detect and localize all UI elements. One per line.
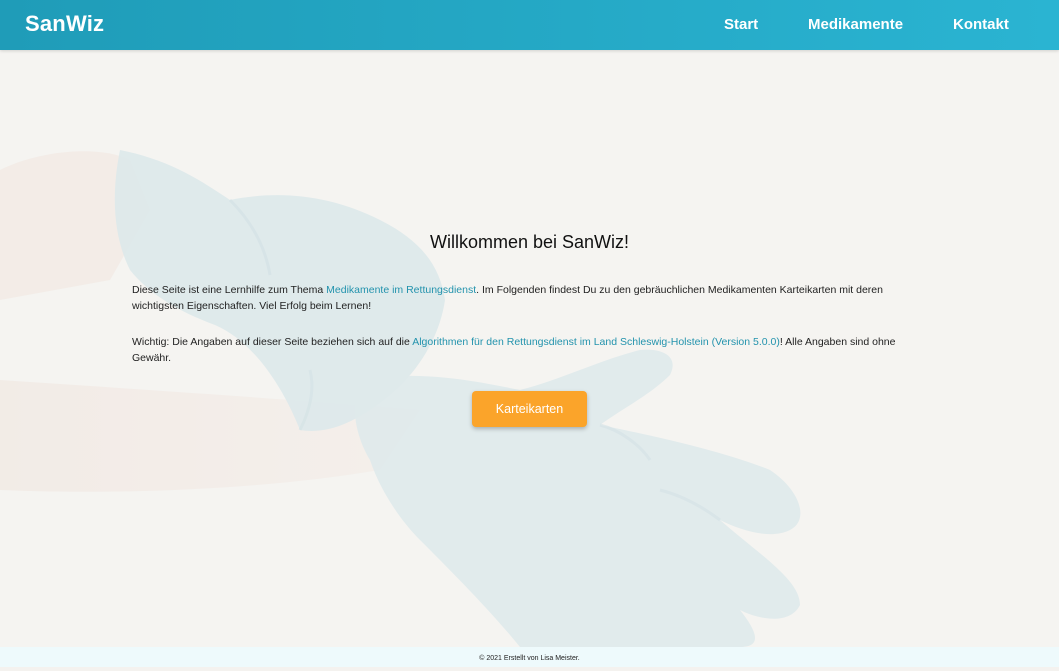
medikamente-link[interactable]: Medikamente im Rettungsdienst [326,284,476,296]
nav-medikamente[interactable]: Medikamente [808,16,903,33]
intro-paragraph: Diese Seite ist eine Lernhilfe zum Thema… [132,283,927,314]
nav-kontakt[interactable]: Kontakt [953,16,1009,33]
footer: © 2021 Erstellt von Lisa Meister. [0,647,1059,667]
nav-start[interactable]: Start [724,16,758,33]
page-title: Willkommen bei SanWiz! [429,232,630,252]
brand-logo[interactable]: SanWiz [25,11,104,37]
hero-section: Willkommen bei SanWiz! Diese Seite ist e… [0,50,1059,647]
top-navbar: SanWiz Start Medikamente Kontakt [0,0,1059,50]
footer-text: © 2021 Erstellt von Lisa Meister. [479,655,580,662]
notice-text-before: Wichtig: Die Angaben auf dieser Seite be… [132,336,413,348]
algorithmen-link[interactable]: Algorithmen für den Rettungsdienst im La… [412,336,780,348]
intro-text-before: Diese Seite ist eine Lernhilfe zum Thema [132,284,327,296]
karteikarten-button[interactable]: Karteikarten [472,391,587,427]
notice-paragraph: Wichtig: Die Angaben auf dieser Seite be… [132,335,927,366]
